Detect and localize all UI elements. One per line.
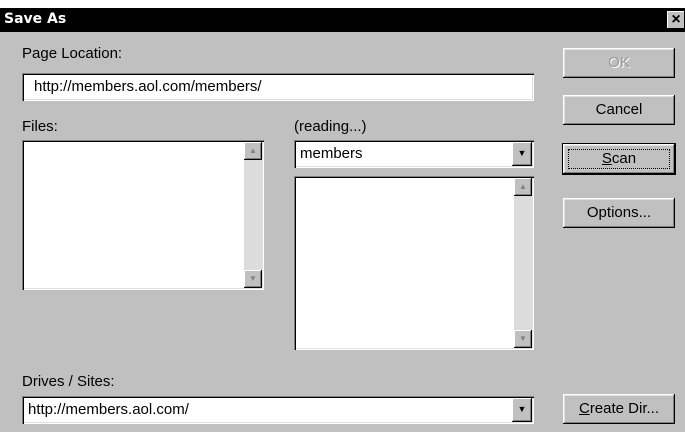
close-icon[interactable]: ×	[667, 11, 685, 29]
options-button[interactable]: Options...	[563, 198, 675, 228]
page-location-input[interactable]: http://members.aol.com/members/	[22, 73, 534, 101]
scroll-down-icon[interactable]: ▼	[514, 330, 532, 348]
chevron-down-icon[interactable]: ▼	[512, 398, 532, 422]
files-label: Files:	[22, 118, 58, 135]
directory-listbox[interactable]: ▲ ▼	[294, 176, 534, 350]
create-dir-button[interactable]: Create Dir...	[563, 394, 675, 424]
scroll-up-icon[interactable]: ▲	[514, 178, 532, 196]
reading-status-label: (reading...)	[294, 118, 367, 135]
cancel-button[interactable]: Cancel	[563, 95, 675, 125]
drives-dropdown[interactable]: http://members.aol.com/ ▼	[22, 396, 534, 424]
page-location-label: Page Location:	[22, 45, 123, 62]
drives-dropdown-value: http://members.aol.com/	[28, 401, 189, 418]
title-bar[interactable]: Save As ×	[0, 8, 685, 32]
directory-dropdown-value: members	[300, 145, 363, 162]
drives-label: Drives / Sites:	[22, 373, 115, 390]
scroll-up-icon[interactable]: ▲	[244, 142, 262, 160]
save-as-dialog: Save As × Page Location: http://members.…	[0, 8, 685, 432]
scroll-down-icon[interactable]: ▼	[244, 270, 262, 288]
page-location-value: http://members.aol.com/members/	[34, 78, 262, 95]
create-dir-label: reate Dir...	[589, 400, 660, 417]
ok-button[interactable]: OK	[563, 48, 675, 78]
window-title: Save As	[4, 11, 67, 27]
directory-scrollbar[interactable]: ▲ ▼	[514, 178, 532, 348]
files-listbox[interactable]: ▲ ▼	[22, 140, 264, 290]
directory-dropdown[interactable]: members ▼	[294, 140, 534, 168]
focus-ring	[568, 149, 670, 169]
files-scrollbar[interactable]: ▲ ▼	[244, 142, 262, 288]
scan-button[interactable]: Scan	[562, 143, 676, 175]
chevron-down-icon[interactable]: ▼	[512, 142, 532, 166]
create-dir-mnemonic: C	[578, 400, 590, 417]
